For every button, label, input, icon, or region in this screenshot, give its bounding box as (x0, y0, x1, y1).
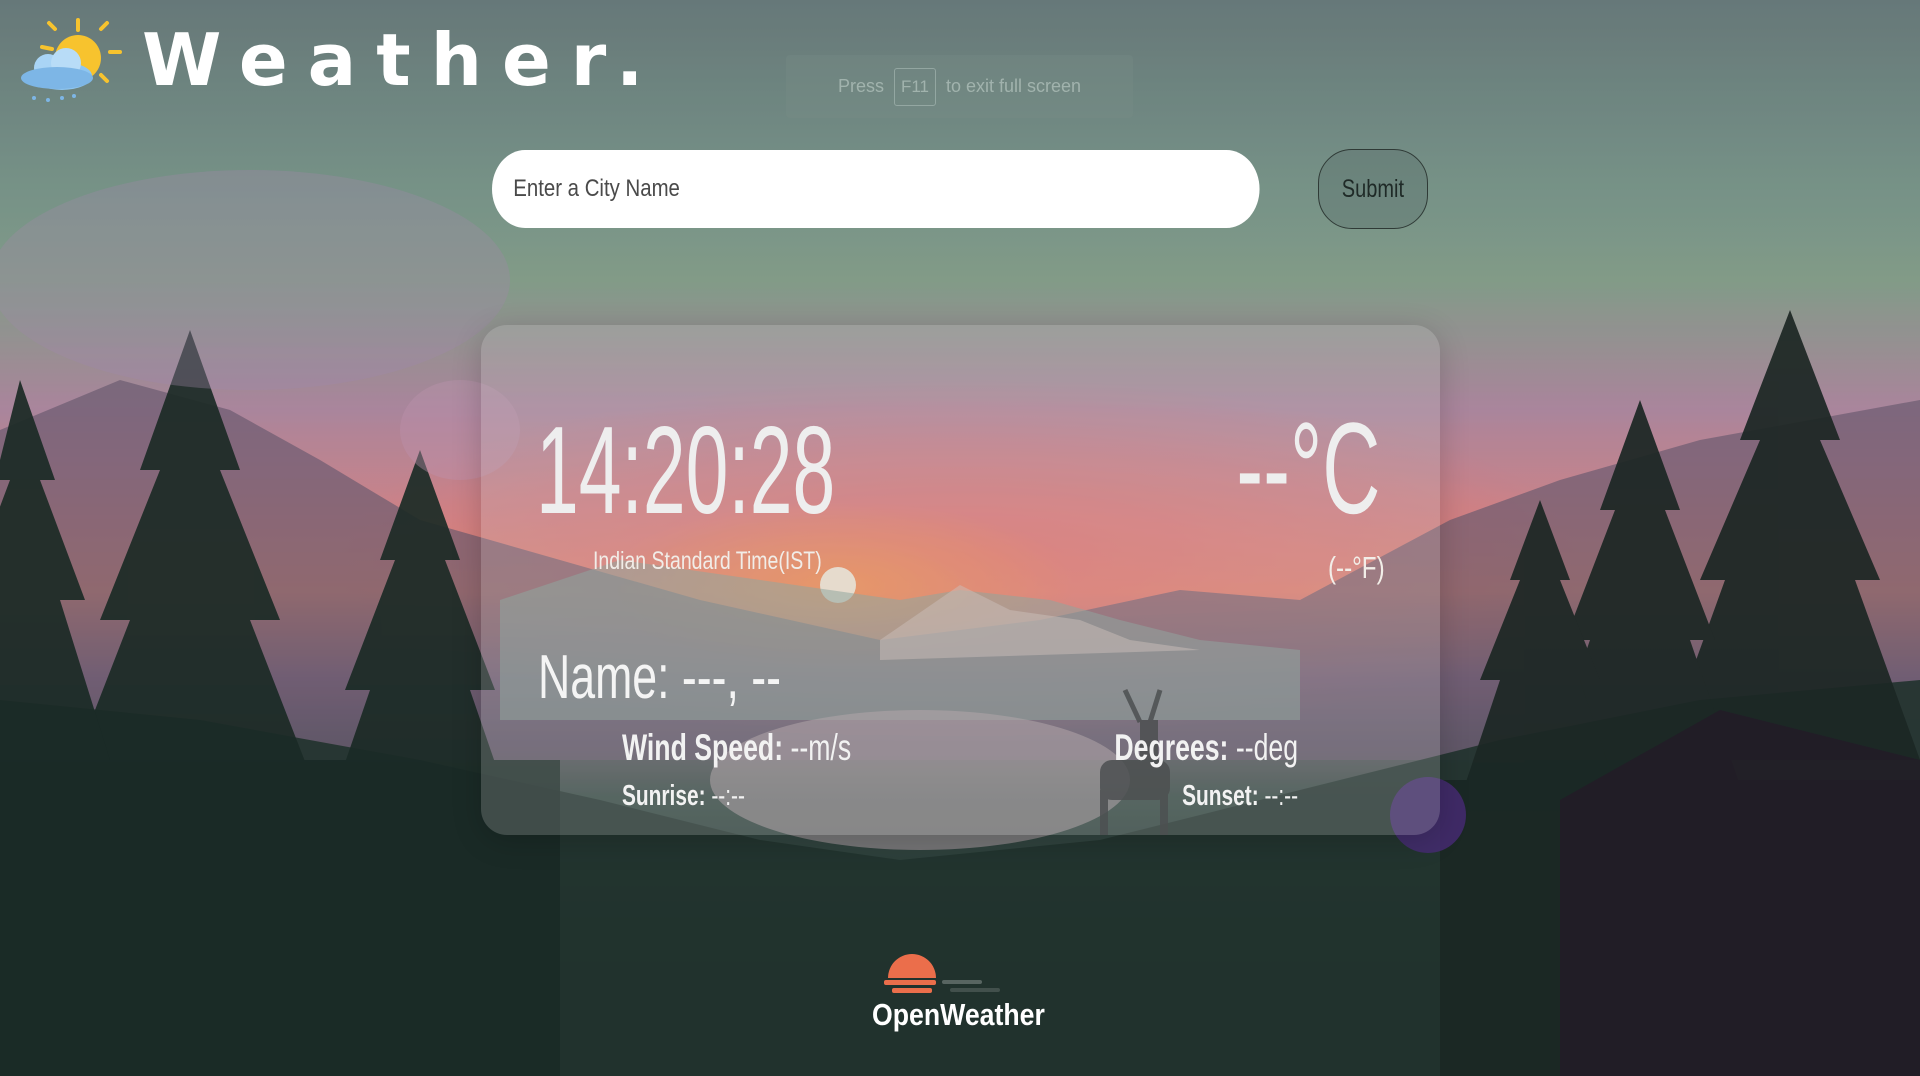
temperature-celsius: --°C (1148, 393, 1380, 543)
openweather-brand: OpenWeather (872, 997, 1073, 1033)
fullscreen-hint-before: Press (837, 76, 884, 96)
wind-speed: Wind Speed: --m/s (622, 727, 940, 769)
wind-speed-value: --m/s (783, 727, 852, 768)
sun-behind-rain-cloud-icon (12, 16, 127, 106)
openweather-brand-text: OpenWeather (872, 997, 1045, 1032)
timezone-label: Indian Standard Time(IST) (593, 547, 886, 576)
openweather-logo[interactable]: OpenWeather (870, 940, 1050, 1032)
city-name-text: Name: ---, -- (538, 643, 782, 712)
f11-key: F11 (893, 67, 936, 106)
fullscreen-hint-after: to exit full screen (946, 76, 1082, 96)
sunset-label: Sunset: (1182, 780, 1259, 812)
wind-degrees-value: --deg (1228, 727, 1298, 768)
sunrise: Sunrise: --:-- (622, 780, 793, 813)
sunset: Sunset: --:-- (1137, 780, 1298, 813)
current-time-text: 14:20:28 (536, 402, 836, 540)
timezone-text: Indian Standard Time(IST) (593, 547, 822, 575)
wind-speed-label: Wind Speed: (622, 727, 784, 768)
temperature-celsius-text: --°C (1235, 395, 1380, 541)
sunset-value: --:-- (1258, 780, 1298, 812)
current-time: 14:20:28 (536, 400, 1019, 542)
temperature-fahrenheit: (--°F) (1312, 550, 1385, 586)
wind-degrees-label: Degrees: (1114, 727, 1229, 768)
weather-card: 14:20:28 Indian Standard Time(IST) --°C … (481, 325, 1440, 835)
submit-button-label: Submit (1341, 174, 1405, 203)
sunrise-value: --:-- (705, 780, 745, 812)
submit-button[interactable]: Submit (1318, 149, 1428, 229)
temperature-fahrenheit-text: (--°F) (1328, 550, 1385, 585)
openweather-sun-icon (884, 954, 1000, 993)
city-name: Name: ---, -- (538, 642, 876, 713)
wind-degrees: Degrees: --deg (1043, 727, 1298, 769)
app-title: Weather. (142, 18, 664, 102)
city-search-input[interactable] (492, 150, 1260, 228)
app-logo: Weather. (12, 16, 643, 106)
sunrise-label: Sunrise: (622, 780, 706, 812)
fullscreen-hint: Press F11 to exit full screen (786, 55, 1133, 118)
